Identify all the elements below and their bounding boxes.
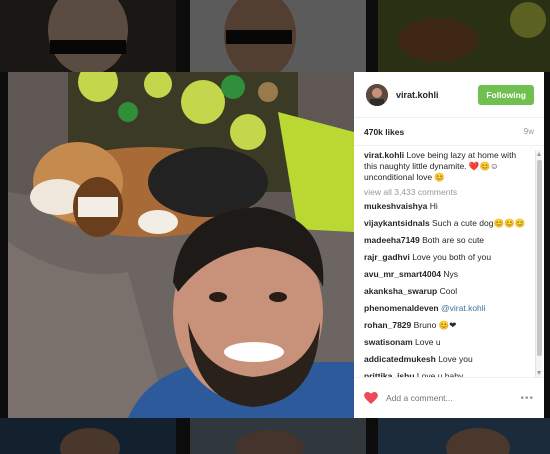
more-options-icon[interactable]: ••• bbox=[520, 393, 534, 404]
comment-text: Such a cute dog😊😊😊 bbox=[432, 218, 526, 228]
comment-username[interactable]: mukeshvaishya bbox=[364, 201, 427, 211]
comment-text: Love u bbox=[415, 337, 441, 347]
comment-username[interactable]: swatisonam bbox=[364, 337, 413, 347]
post-caption: virat.kohli Love being lazy at home with… bbox=[364, 150, 530, 183]
comment-item: phenomenaldeven @virat.kohli bbox=[364, 303, 530, 314]
comment-text: Nys bbox=[443, 269, 459, 279]
comment-text: Bruno 😊❤ bbox=[413, 320, 457, 330]
comment-username[interactable]: akanksha_swarup bbox=[364, 286, 437, 296]
scroll-up-icon[interactable] bbox=[537, 152, 541, 156]
likes-count[interactable]: 470k likes bbox=[364, 127, 404, 137]
comment-item: addicatedmukesh Love you bbox=[364, 354, 530, 365]
comment-username[interactable]: vijaykantsidnals bbox=[364, 218, 430, 228]
caption-username[interactable]: virat.kohli bbox=[364, 150, 404, 160]
comment-item: madeeha7149 Both are so cute bbox=[364, 235, 530, 246]
comment-item: vijaykantsidnals Such a cute dog😊😊😊 bbox=[364, 218, 530, 229]
comment-username[interactable]: phenomenaldeven bbox=[364, 303, 439, 313]
comment-tag-link[interactable]: @virat.kohli bbox=[441, 303, 486, 313]
comment-item: akanksha_swarup Cool bbox=[364, 286, 530, 297]
comment-text: Both are so cute bbox=[422, 235, 485, 245]
avatar[interactable] bbox=[366, 83, 388, 106]
comment-text: Cool bbox=[439, 286, 458, 296]
comment-username[interactable]: avu_mr_smart4004 bbox=[364, 269, 441, 279]
comment-username[interactable]: madeeha7149 bbox=[364, 235, 420, 245]
comment-username[interactable]: rohan_7829 bbox=[364, 320, 411, 330]
comments-scrollbar[interactable] bbox=[535, 150, 542, 377]
scroll-down-icon[interactable] bbox=[537, 371, 541, 375]
post-stats: 470k likes 9w bbox=[354, 118, 544, 146]
comment-item: swatisonam Love u bbox=[364, 337, 530, 348]
post-details-panel: virat.kohli Following 470k likes 9w vira… bbox=[354, 72, 544, 418]
username-link[interactable]: virat.kohli bbox=[396, 90, 478, 100]
comment-text: Love you both of you bbox=[412, 252, 492, 262]
comment-text: Hi bbox=[429, 201, 438, 211]
comment-item: mukeshvaishya Hi bbox=[364, 201, 530, 212]
following-button[interactable]: Following bbox=[478, 84, 534, 105]
add-comment-input[interactable] bbox=[386, 393, 521, 403]
comment-item: avu_mr_smart4004 Nys bbox=[364, 269, 530, 280]
heart-icon[interactable] bbox=[364, 392, 378, 404]
post-modal: virat.kohli Following 470k likes 9w vira… bbox=[8, 72, 544, 418]
comment-bar: ••• bbox=[354, 377, 544, 418]
post-header: virat.kohli Following bbox=[354, 72, 544, 118]
post-age[interactable]: 9w bbox=[524, 127, 534, 136]
comment-item: rohan_7829 Bruno 😊❤ bbox=[364, 320, 530, 331]
comment-username[interactable]: rajr_gadhvi bbox=[364, 252, 410, 262]
comment-item: rajr_gadhvi Love you both of you bbox=[364, 252, 530, 263]
comment-username[interactable]: addicatedmukesh bbox=[364, 354, 436, 364]
comment-text: Love you bbox=[438, 354, 473, 364]
post-photo bbox=[8, 72, 354, 418]
scroll-thumb[interactable] bbox=[537, 160, 542, 356]
view-all-comments-link[interactable]: view all 3,433 comments bbox=[364, 187, 530, 198]
comments-list[interactable]: virat.kohli Love being lazy at home with… bbox=[354, 150, 544, 377]
